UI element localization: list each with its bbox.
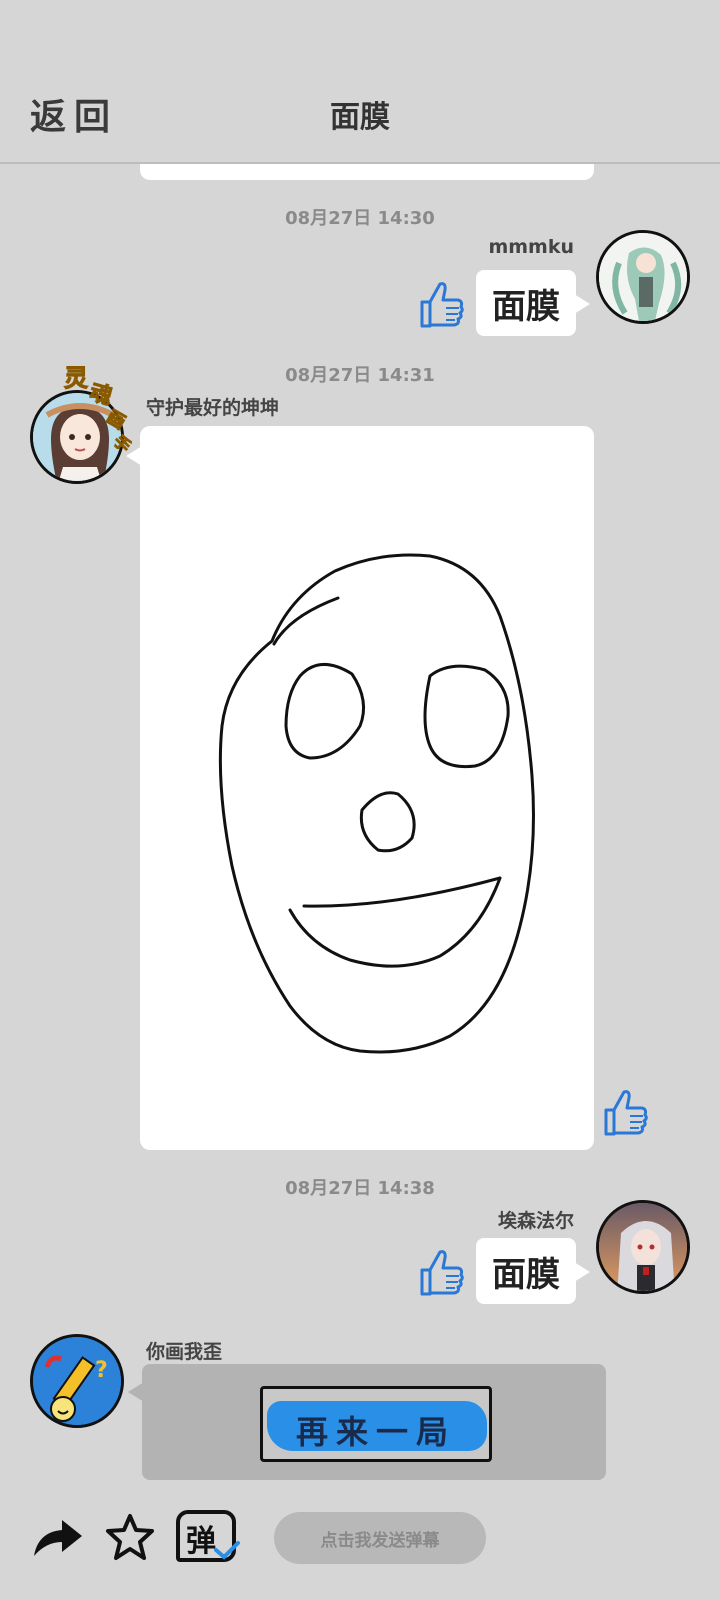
svg-text:魂: 魂	[87, 379, 115, 410]
danmu-icon-label: 弹	[186, 1524, 216, 1559]
svg-text:?: ?	[95, 1358, 108, 1383]
svg-text:画: 画	[103, 407, 129, 434]
star-icon[interactable]	[104, 1512, 156, 1562]
svg-text:灵: 灵	[64, 364, 88, 392]
page-title: 面膜	[330, 100, 390, 135]
danmu-toggle-button[interactable]: 弹	[176, 1510, 240, 1562]
thumbs-up-icon[interactable]	[416, 278, 466, 330]
share-arrow-icon[interactable]	[30, 1514, 86, 1562]
message-bubble[interactable]: 面膜	[476, 270, 590, 336]
message-timestamp: 08月27日 14:38	[285, 1178, 435, 1199]
check-icon	[214, 1541, 240, 1560]
avatar[interactable]	[596, 230, 690, 324]
avatar[interactable]	[596, 1200, 690, 1294]
thumbs-up-icon[interactable]	[416, 1246, 466, 1298]
play-again-button[interactable]: 再来一局	[260, 1386, 492, 1462]
soul-artist-badge-icon: 灵 魂 画 手	[64, 364, 136, 457]
mask-drawing	[218, 553, 535, 1054]
drawing-canvas[interactable]	[126, 426, 594, 1150]
avatar[interactable]: ?	[30, 1334, 124, 1428]
message-username: 你画我歪	[146, 1341, 223, 1363]
play-again-label: 再来一局	[295, 1413, 456, 1451]
danmu-input[interactable]: 点击我发送弹幕	[274, 1512, 486, 1564]
message-username: 守护最好的坤坤	[146, 397, 280, 419]
message-username: 埃森法尔	[497, 1210, 574, 1232]
top-bar: 返回 面膜	[0, 0, 720, 164]
message-bubble[interactable]: 面膜	[476, 1238, 590, 1304]
game-message-card: 再来一局	[128, 1364, 606, 1480]
message-username: mmmku	[488, 236, 574, 258]
thumbs-up-icon[interactable]	[600, 1086, 650, 1138]
message-timestamp: 08月27日 14:30	[285, 208, 435, 229]
bottom-toolbar: 弹 点击我发送弹幕	[0, 1500, 720, 1600]
